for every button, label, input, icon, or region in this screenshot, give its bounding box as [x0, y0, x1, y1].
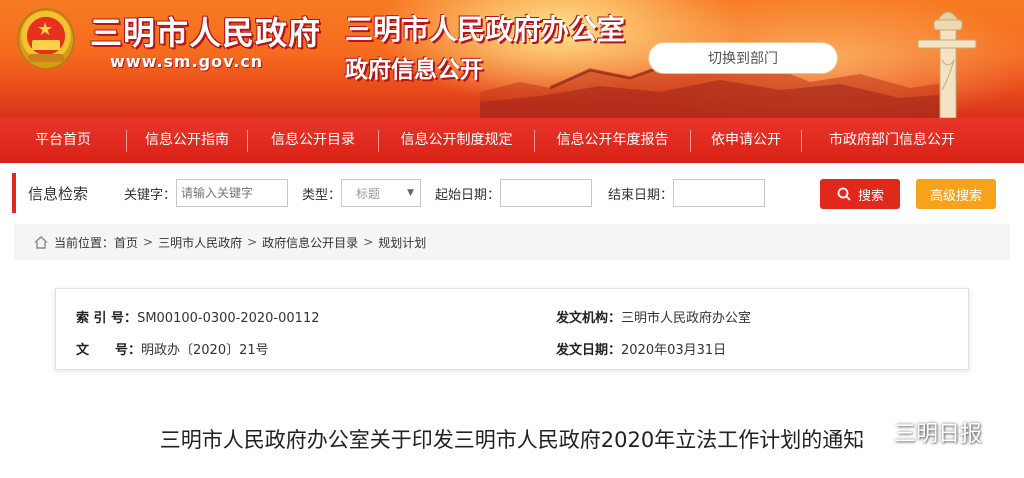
emblem-base [28, 54, 64, 62]
breadcrumb-home[interactable]: 首页 [114, 234, 138, 251]
issue-date-row: 发文日期：2020年03月31日 [556, 339, 726, 358]
breadcrumb-planning[interactable]: 规划计划 [378, 234, 426, 251]
wechat-icon [852, 419, 886, 444]
type-label: 类型： [302, 187, 342, 203]
end-date-label: 结束日期： [608, 187, 674, 203]
document-number-value: 明政办〔2020〕21号 [141, 343, 269, 358]
issue-date-value: 2020年03月31日 [621, 343, 727, 358]
end-date-input[interactable] [673, 179, 766, 207]
office-subtitle: 政府信息公开 [345, 57, 483, 83]
nav-item-annual-report[interactable]: 信息公开年度报告 [535, 118, 690, 163]
document-number-row: 文 号：明政办〔2020〕21号 [76, 339, 269, 358]
type-select[interactable]: 标题 ▼ [341, 179, 422, 207]
search-button-label: 搜索 [857, 188, 884, 204]
watermark-text: 三明日报 [894, 422, 983, 447]
site-url: www.sm.gov.cn [110, 52, 264, 71]
chevron-down-icon: ▼ [407, 188, 415, 198]
document-number-label: 文 号： [76, 343, 142, 358]
main-nav: 平台首页 信息公开指南 信息公开目录 信息公开制度规定 信息公开年度报告 依申请… [0, 118, 1024, 163]
tiananmen-gate-icon [32, 40, 60, 50]
advanced-search-button[interactable]: 高级搜索 [916, 179, 996, 209]
nav-item-regulations[interactable]: 信息公开制度规定 [379, 118, 534, 163]
wechat-watermark: 三明日报 [852, 416, 982, 448]
keyword-label: 关键字： [124, 187, 177, 203]
nav-item-catalog[interactable]: 信息公开目录 [248, 118, 378, 163]
breadcrumb-prefix: 当前位置： [54, 235, 115, 250]
issuer-row: 发文机构：三明市人民政府办公室 [556, 307, 751, 326]
national-emblem-logo: ★ [17, 8, 75, 70]
index-number-label: 索 引 号： [76, 311, 138, 326]
info-search-bar: 信息检索 关键字： 类型： 标题 ▼ 起始日期： 结束日期： 搜索 高级搜索 [12, 173, 1012, 213]
nav-item-apply[interactable]: 依申请公开 [691, 118, 801, 163]
home-icon [34, 235, 48, 249]
breadcrumb-government[interactable]: 三明市人民政府 [158, 234, 242, 251]
breadcrumb: 当前位置： 首页 > 三明市人民政府 > 政府信息公开目录 > 规划计划 [14, 224, 1010, 260]
site-title: 三明市人民政府 [90, 14, 322, 52]
switch-to-department-button[interactable]: 切换到部门 [648, 42, 838, 74]
issue-date-label: 发文日期： [556, 343, 622, 358]
breadcrumb-catalog[interactable]: 政府信息公开目录 [262, 234, 358, 251]
search-button[interactable]: 搜索 [820, 179, 900, 209]
issuer-label: 发文机构： [556, 311, 622, 326]
breadcrumb-separator: > [247, 235, 258, 249]
huabiao-pillar-icon [917, 11, 977, 118]
breadcrumb-separator: > [143, 235, 154, 249]
search-icon [837, 187, 851, 201]
type-select-value: 标题 [356, 186, 381, 201]
start-date-input[interactable] [500, 179, 593, 207]
star-icon: ★ [37, 19, 54, 40]
nav-item-guide[interactable]: 信息公开指南 [127, 118, 247, 163]
header-banner: ★ 三明市人民政府 www.sm.gov.cn 三明市人民政府办公室 政府信息公… [0, 0, 1024, 118]
index-number-row: 索 引 号：SM00100-0300-2020-00112 [76, 307, 319, 326]
index-number-value: SM00100-0300-2020-00112 [137, 311, 320, 326]
nav-item-department-info[interactable]: 市政府部门信息公开 [802, 118, 982, 163]
start-date-label: 起始日期： [435, 187, 501, 203]
search-title: 信息检索 [28, 184, 89, 203]
nav-item-home[interactable]: 平台首页 [0, 118, 126, 163]
issuer-value: 三明市人民政府办公室 [621, 311, 752, 326]
office-title: 三明市人民政府办公室 [345, 13, 626, 46]
document-meta-box: 索 引 号：SM00100-0300-2020-00112 文 号：明政办〔20… [55, 288, 969, 370]
keyword-input[interactable] [176, 179, 289, 207]
breadcrumb-separator: > [363, 235, 374, 249]
